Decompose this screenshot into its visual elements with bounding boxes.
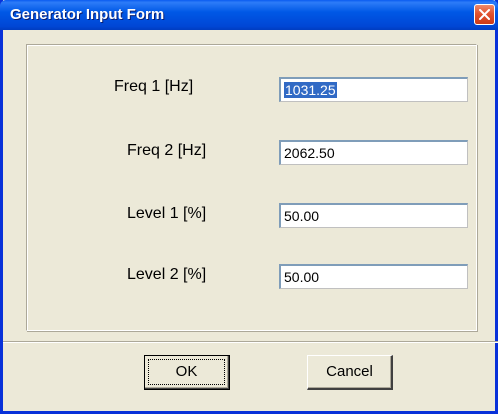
- freq1-value: 1031.25: [284, 82, 337, 98]
- cancel-button[interactable]: Cancel: [307, 355, 393, 390]
- level2-input[interactable]: 50.00: [279, 264, 468, 289]
- title-bar[interactable]: Generator Input Form: [0, 0, 498, 30]
- freq2-label: Freq 2 [Hz]: [127, 142, 207, 159]
- freq1-label: Freq 1 [Hz]: [114, 78, 194, 95]
- window-title: Generator Input Form: [10, 6, 165, 23]
- close-x-icon: [479, 9, 490, 20]
- button-separator: [3, 341, 498, 343]
- ok-button[interactable]: OK: [144, 355, 230, 390]
- level1-label: Level 1 [%]: [127, 205, 207, 222]
- freq2-input[interactable]: 2062.50: [279, 140, 468, 165]
- freq1-input[interactable]: 1031.25: [279, 77, 468, 102]
- dialog-window: Generator Input Form Freq 1 [Hz] 1031.25…: [0, 0, 498, 414]
- level2-label: Level 2 [%]: [127, 266, 207, 283]
- close-button[interactable]: [474, 4, 495, 25]
- level1-input[interactable]: 50.00: [279, 203, 468, 228]
